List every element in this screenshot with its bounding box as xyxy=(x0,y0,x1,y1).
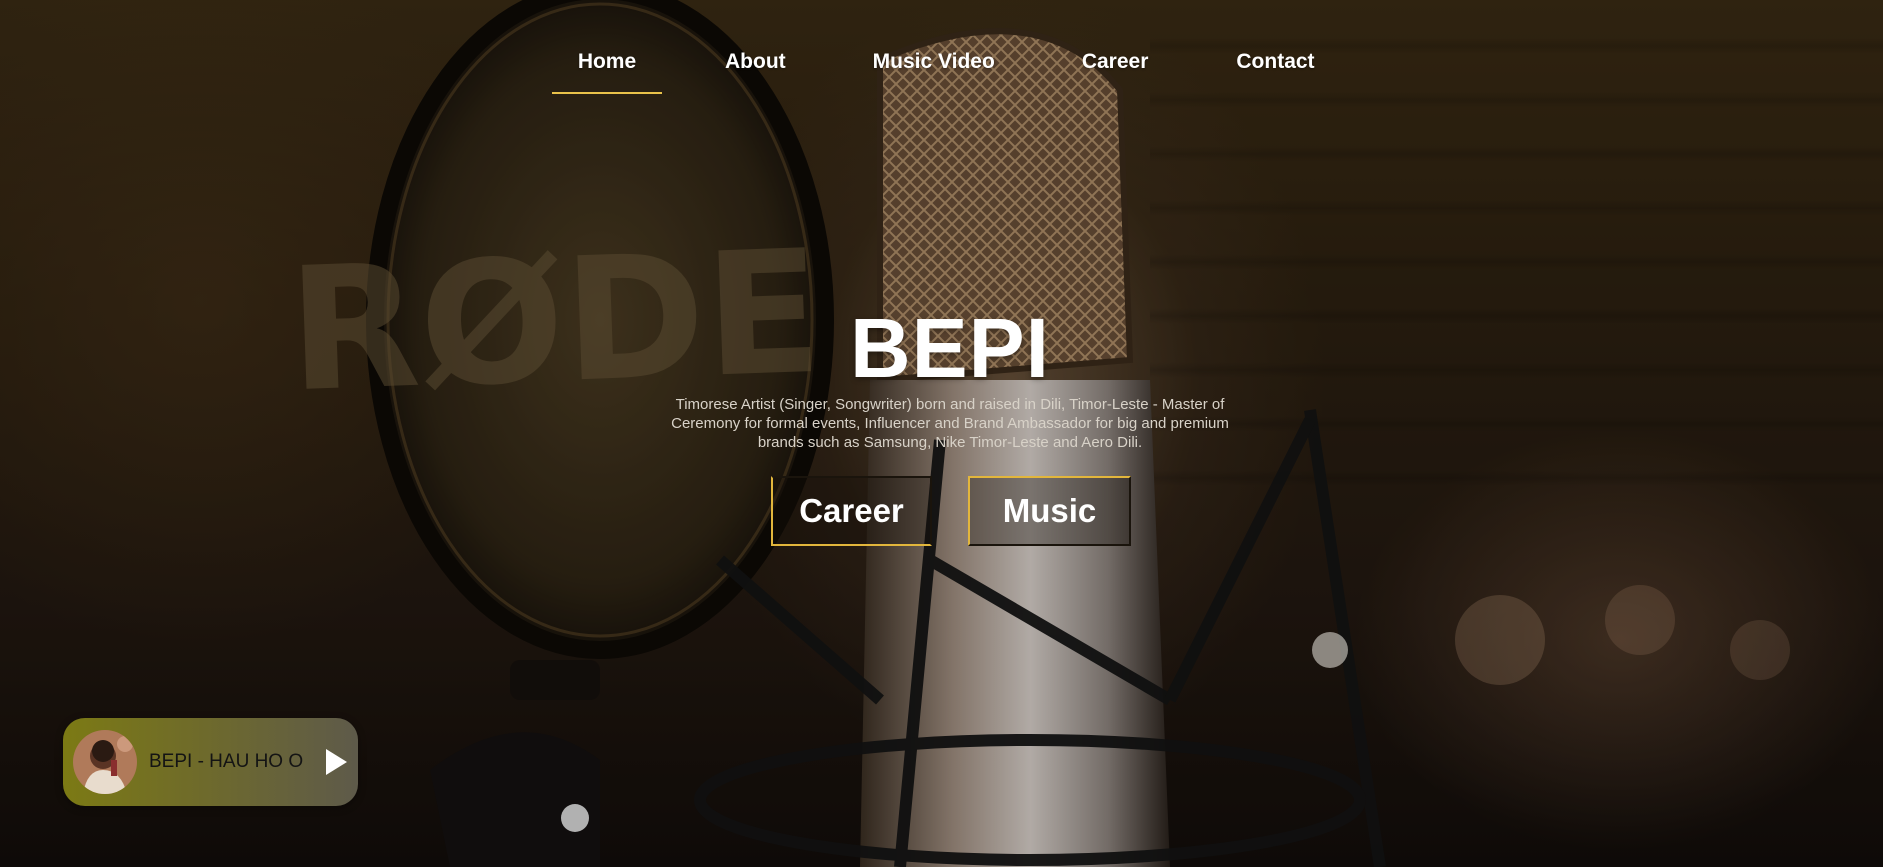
hero-description: Timorese Artist (Singer, Songwriter) bor… xyxy=(671,396,1229,451)
main-nav: Home About Music Video Career Contact xyxy=(552,44,1315,94)
track-title: BEPI - HAU HO O xyxy=(149,751,304,772)
play-icon[interactable] xyxy=(323,747,349,777)
nav-item-career[interactable]: Career xyxy=(1082,44,1149,94)
career-button[interactable]: Career xyxy=(771,476,932,546)
hero-title: BEPI xyxy=(849,301,1051,395)
music-player[interactable]: BEPI - HAU HO O xyxy=(63,718,358,806)
nav-item-music-video[interactable]: Music Video xyxy=(873,44,995,94)
nav-item-home[interactable]: Home xyxy=(552,44,662,94)
nav-item-contact[interactable]: Contact xyxy=(1236,44,1314,94)
track-avatar xyxy=(73,730,137,794)
hero-section: RØDE Home About Music Video Career Conta xyxy=(0,0,1883,867)
music-button[interactable]: Music xyxy=(968,476,1131,546)
nav-item-about[interactable]: About xyxy=(725,44,786,94)
hero-buttons: Career Music xyxy=(771,476,1131,546)
